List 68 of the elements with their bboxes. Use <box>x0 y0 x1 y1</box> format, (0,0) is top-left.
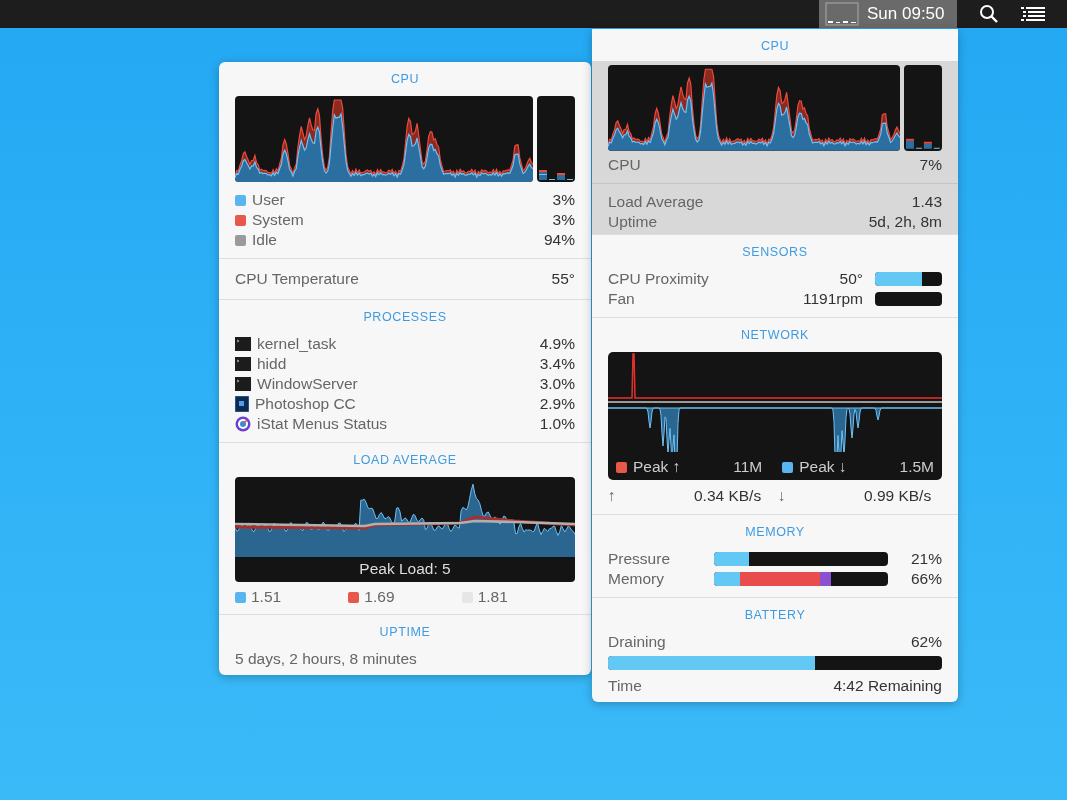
peak-load-label: Peak Load: 5 <box>359 560 451 578</box>
legend-value: 3% <box>552 211 575 229</box>
search-icon[interactable] <box>979 4 999 24</box>
memory-value: 66% <box>910 570 942 588</box>
legend-label: Idle <box>252 231 277 249</box>
sensor-value: 50° <box>839 270 863 288</box>
section-title: PROCESSES <box>363 310 447 324</box>
legend-label: Peak ↑ <box>633 458 681 476</box>
load-value: 1.69 <box>364 588 395 606</box>
time-label: Time <box>608 677 642 695</box>
legend-value: 1.5M <box>899 458 934 476</box>
process-name: hidd <box>257 355 287 373</box>
section-title: MEMORY <box>745 525 805 539</box>
terminal-icon <box>235 357 251 371</box>
memory-label: Memory <box>608 570 665 588</box>
stat-value: 1.43 <box>911 193 942 211</box>
process-cpu-value: 3.4% <box>539 355 575 373</box>
process-name: iStat Menus Status <box>257 415 388 433</box>
cpu-value: 7% <box>919 156 942 174</box>
cpu-label: CPU <box>608 156 641 174</box>
stat-value: 5d, 2h, 8m <box>868 213 942 231</box>
battery-status: Draining <box>608 633 666 651</box>
memory-value: 21% <box>910 550 942 568</box>
temperature-label: CPU Temperature <box>235 270 359 288</box>
sensor-value: 1191rpm <box>802 290 863 308</box>
process-cpu-value: 1.0% <box>539 415 575 433</box>
process-name: kernel_task <box>257 335 337 353</box>
legend-value: 94% <box>543 231 575 249</box>
section-title: LOAD AVERAGE <box>353 453 457 467</box>
terminal-icon <box>235 377 251 391</box>
menu-icon[interactable] <box>1021 6 1045 22</box>
process-cpu-value: 4.9% <box>539 335 575 353</box>
sensor-label: CPU Proximity <box>608 270 709 288</box>
load-value: 1.81 <box>477 588 508 606</box>
process-name: Photoshop CC <box>255 395 356 413</box>
section-title: CPU <box>760 39 790 53</box>
stat-label: Load Average <box>608 193 704 211</box>
temperature-value: 55° <box>551 270 575 288</box>
sensor-label: Fan <box>608 290 635 308</box>
legend-label: User <box>252 191 285 209</box>
load-value: 1.51 <box>251 588 282 606</box>
legend-value: 11M <box>733 458 763 476</box>
memory-label: Pressure <box>608 550 672 568</box>
process-name: WindowServer <box>257 375 358 393</box>
uptime-value: 5 days, 2 hours, 8 minutes <box>235 650 417 668</box>
process-cpu-value: 3.0% <box>539 375 575 393</box>
app-icon <box>235 396 249 412</box>
status-menu-item[interactable]: Sun 09:50 <box>819 0 957 28</box>
legend-label: System <box>252 211 304 229</box>
section-title: CPU <box>390 72 420 86</box>
legend-label: Peak ↓ <box>799 458 847 476</box>
download-arrow: ↓ <box>778 487 787 505</box>
terminal-icon <box>235 337 251 351</box>
download-rate: 0.99 KB/s <box>863 487 933 505</box>
clock-text: Sun 09:50 <box>867 4 945 24</box>
monitor-icon <box>825 2 859 26</box>
battery-percent: 62% <box>910 633 942 651</box>
section-title: UPTIME <box>379 625 431 639</box>
upload-arrow: ↑ <box>608 487 617 505</box>
stat-label: Uptime <box>608 213 658 231</box>
section-title: SENSORS <box>742 245 808 259</box>
gauge-icon <box>235 416 251 432</box>
section-title: NETWORK <box>740 328 810 342</box>
upload-rate: 0.34 KB/s <box>693 487 763 505</box>
legend-value: 3% <box>552 191 575 209</box>
process-cpu-value: 2.9% <box>539 395 575 413</box>
time-remaining: 4:42 Remaining <box>833 677 942 695</box>
section-title: BATTERY <box>744 608 806 622</box>
